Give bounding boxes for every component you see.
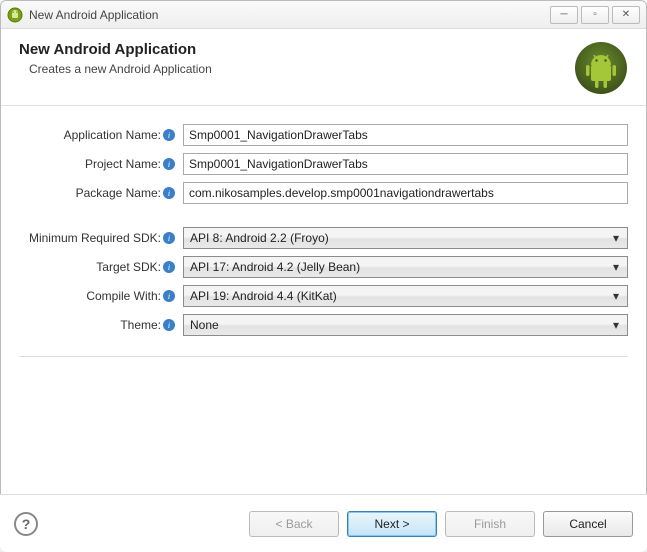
window-controls: ─ ▫ ✕ <box>550 6 640 24</box>
target-sdk-value: API 17: Android 4.2 (Jelly Bean) <box>190 260 609 274</box>
compile-with-dropdown[interactable]: API 19: Android 4.4 (KitKat) ▾ <box>183 285 628 307</box>
label-target-sdk: Target SDK: <box>96 260 161 274</box>
cancel-button[interactable]: Cancel <box>543 511 633 537</box>
info-icon[interactable]: i <box>163 232 175 244</box>
chevron-down-icon: ▾ <box>609 289 623 303</box>
row-compile-with: Compile With: i API 19: Android 4.4 (Kit… <box>19 285 628 307</box>
info-icon[interactable]: i <box>163 261 175 273</box>
compile-with-value: API 19: Android 4.4 (KitKat) <box>190 289 609 303</box>
label-project-name: Project Name: <box>85 157 161 171</box>
row-project-name: Project Name: i <box>19 153 628 175</box>
info-icon[interactable]: i <box>163 290 175 302</box>
row-theme: Theme: i None ▾ <box>19 314 628 336</box>
min-sdk-dropdown[interactable]: API 8: Android 2.2 (Froyo) ▾ <box>183 227 628 249</box>
info-icon[interactable]: i <box>163 129 175 141</box>
wizard-content: Application Name: i Project Name: i Pack… <box>1 106 646 361</box>
wizard-footer: ? < Back Next > Finish Cancel <box>0 494 647 552</box>
app-name-input[interactable] <box>183 124 628 146</box>
next-button[interactable]: Next > <box>347 511 437 537</box>
android-header-icon <box>574 41 628 95</box>
maximize-button[interactable]: ▫ <box>581 6 609 24</box>
finish-button[interactable]: Finish <box>445 511 535 537</box>
page-title: New Android Application <box>19 41 574 58</box>
row-app-name: Application Name: i <box>19 124 628 146</box>
close-button[interactable]: ✕ <box>612 6 640 24</box>
help-icon[interactable]: ? <box>14 512 38 536</box>
chevron-down-icon: ▾ <box>609 318 623 332</box>
info-icon[interactable]: i <box>163 158 175 170</box>
chevron-down-icon: ▾ <box>609 231 623 245</box>
label-compile-with: Compile With: <box>86 289 161 303</box>
label-theme: Theme: <box>120 318 161 332</box>
theme-value: None <box>190 318 609 332</box>
row-package-name: Package Name: i <box>19 182 628 204</box>
titlebar: New Android Application ─ ▫ ✕ <box>1 1 646 29</box>
info-icon[interactable]: i <box>163 319 175 331</box>
label-app-name: Application Name: <box>64 128 161 142</box>
separator <box>19 356 628 357</box>
project-name-input[interactable] <box>183 153 628 175</box>
chevron-down-icon: ▾ <box>609 260 623 274</box>
window-title: New Android Application <box>29 8 550 22</box>
theme-dropdown[interactable]: None ▾ <box>183 314 628 336</box>
row-target-sdk: Target SDK: i API 17: Android 4.2 (Jelly… <box>19 256 628 278</box>
back-button[interactable]: < Back <box>249 511 339 537</box>
info-icon[interactable]: i <box>163 187 175 199</box>
label-package-name: Package Name: <box>76 186 161 200</box>
row-min-sdk: Minimum Required SDK: i API 8: Android 2… <box>19 227 628 249</box>
minimize-button[interactable]: ─ <box>550 6 578 24</box>
target-sdk-dropdown[interactable]: API 17: Android 4.2 (Jelly Bean) ▾ <box>183 256 628 278</box>
android-app-icon <box>7 7 23 23</box>
min-sdk-value: API 8: Android 2.2 (Froyo) <box>190 231 609 245</box>
package-name-input[interactable] <box>183 182 628 204</box>
page-subtitle: Creates a new Android Application <box>29 62 574 76</box>
wizard-header: New Android Application Creates a new An… <box>1 29 646 106</box>
label-min-sdk: Minimum Required SDK: <box>29 231 161 245</box>
